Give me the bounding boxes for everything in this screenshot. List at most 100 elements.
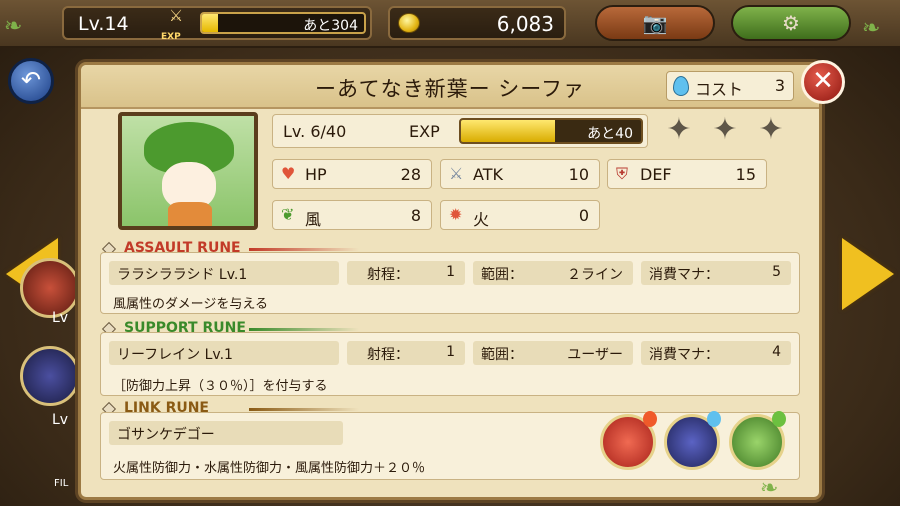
link-character-icon-fire[interactable]	[600, 411, 657, 470]
range-value: 1	[446, 264, 455, 280]
stat-fire: ✹ 火 0	[440, 200, 600, 230]
stat-label: ATK	[473, 165, 503, 184]
stat-atk: ⚔ ATK 10	[440, 159, 600, 189]
character-portrait	[118, 112, 258, 230]
mana-label: 消費マナ：	[649, 267, 719, 283]
gear-icon: ⚙	[782, 11, 800, 35]
water-drop-icon	[673, 76, 689, 96]
assault-rune-name: ララシララシド Lv.1	[117, 267, 248, 283]
star-icon: ✦	[712, 112, 738, 147]
support-rune-area-cell: 範囲： ユーザー	[473, 341, 633, 365]
stat-value: 28	[400, 165, 421, 184]
gold-coin-icon	[398, 13, 420, 33]
top-bar: Lv.14 ⚔ EXP あと304 6,083 📷 ⚙	[0, 0, 900, 48]
range-value: 1	[446, 344, 455, 360]
header-divider	[249, 328, 359, 331]
close-icon: ✕	[812, 66, 834, 96]
exp-icon: ⚔ EXP	[161, 6, 184, 42]
next-character-arrow[interactable]	[842, 238, 894, 310]
mana-value: 5	[772, 264, 781, 280]
portrait-body	[168, 202, 212, 226]
support-rune-description: ［防御力上昇（３０％）］を付与する	[113, 379, 328, 394]
sword-icon: ⚔	[449, 164, 464, 183]
assault-rune-mana-cell: 消費マナ： 5	[641, 261, 791, 285]
gold-box: 6,083	[388, 6, 566, 40]
stat-label: 風	[305, 210, 322, 229]
range-label: 射程：	[367, 267, 409, 283]
link-rune-name: ゴサンケデゴー	[117, 427, 215, 443]
player-exp-remaining: あと304	[303, 18, 358, 34]
character-exp-remaining: あと40	[587, 126, 633, 142]
flame-icon	[643, 411, 657, 427]
side-character-avatar[interactable]	[20, 346, 80, 406]
assault-rune-name-cell: ララシララシド Lv.1	[109, 261, 339, 285]
support-rune-name: リーフレイン Lv.1	[117, 347, 233, 363]
mana-label: 消費マナ：	[649, 347, 719, 363]
settings-button[interactable]: ⚙	[731, 5, 851, 41]
character-exp-fill	[461, 120, 555, 142]
stat-value: 0	[578, 206, 589, 225]
evolution-stars: ✦ ✦ ✦	[660, 114, 792, 148]
stat-label: HP	[305, 165, 327, 184]
stat-value: 8	[410, 206, 421, 225]
flame-icon: ✹	[449, 205, 463, 224]
range-label: 射程：	[367, 347, 409, 363]
area-label: 範囲：	[481, 267, 523, 283]
leaf-icon: ❦	[281, 205, 295, 224]
vine-decoration: ❧	[760, 476, 779, 501]
support-rune-mana-cell: 消費マナ： 4	[641, 341, 791, 365]
area-value: ２ライン	[567, 267, 623, 283]
assault-rune-area-cell: 範囲： ２ライン	[473, 261, 633, 285]
shield-icon: ⛨	[616, 164, 629, 183]
gold-amount: 6,083	[496, 12, 554, 36]
stat-label: 火	[473, 210, 490, 229]
support-rune-box: リーフレイン Lv.1 射程： 1 範囲： ユーザー 消費マナ： 4 ［防御力上昇（３…	[100, 332, 800, 396]
back-button[interactable]: ↶	[8, 58, 54, 104]
character-level: Lv. 6/40	[283, 122, 347, 141]
camera-button[interactable]: 📷	[595, 5, 715, 41]
close-button[interactable]: ✕	[801, 60, 845, 104]
side-character-avatar[interactable]	[20, 258, 80, 318]
filter-label[interactable]: FIL	[54, 478, 68, 489]
stat-label: DEF	[640, 165, 672, 184]
player-level-box: Lv.14 ⚔ EXP あと304	[62, 6, 372, 42]
header-divider	[249, 248, 359, 251]
link-rune-name-cell: ゴサンケデゴー	[109, 421, 343, 445]
side-character-level: Lv	[52, 310, 69, 326]
link-character-icon-wind[interactable]	[729, 411, 786, 470]
link-rune-description: 火属性防御力・水属性防御力・風属性防御力＋２０％	[113, 461, 426, 476]
assault-rune-description: 風属性のダメージを与える	[113, 297, 268, 312]
player-exp-fill	[202, 14, 219, 32]
stat-value: 10	[568, 165, 589, 184]
water-drop-icon	[707, 411, 721, 427]
panel-header: ーあてなき新葉ー シーファ コスト 3	[81, 65, 819, 109]
support-rune-name-cell: リーフレイン Lv.1	[109, 341, 339, 365]
character-exp-bar: あと40	[459, 118, 643, 144]
back-arrow-icon: ↶	[20, 66, 42, 94]
link-character-icon-water[interactable]	[664, 411, 721, 470]
player-exp-bar: あと304	[200, 12, 366, 34]
stat-def: ⛨ DEF 15	[607, 159, 767, 189]
stat-wind: ❦ 風 8	[272, 200, 432, 230]
character-level-row: Lv. 6/40 EXP あと40	[272, 114, 648, 148]
leaf-icon	[772, 411, 786, 427]
header-divider	[249, 408, 359, 411]
stat-value: 15	[735, 165, 756, 184]
cost-value: 3	[774, 76, 785, 95]
exp-icon-label: EXP	[161, 32, 181, 42]
assault-rune-box: ララシララシド Lv.1 射程： 1 範囲： ２ライン 消費マナ： 5 風属性のダメー…	[100, 252, 800, 314]
vine-decoration: ❧	[4, 14, 23, 39]
star-icon: ✦	[666, 112, 692, 147]
player-level: Lv.14	[78, 13, 129, 35]
assault-rune-range-cell: 射程： 1	[347, 261, 465, 285]
star-icon: ✦	[758, 112, 784, 147]
area-value: ユーザー	[567, 347, 623, 363]
mana-value: 4	[772, 344, 781, 360]
cost-label: コスト	[695, 80, 744, 99]
area-label: 範囲：	[481, 347, 523, 363]
vine-decoration: ❧	[862, 16, 881, 41]
heart-icon: ♥	[281, 164, 296, 183]
support-rune-range-cell: 射程： 1	[347, 341, 465, 365]
side-character-level: Lv	[52, 412, 69, 428]
character-exp-label: EXP	[409, 122, 440, 141]
